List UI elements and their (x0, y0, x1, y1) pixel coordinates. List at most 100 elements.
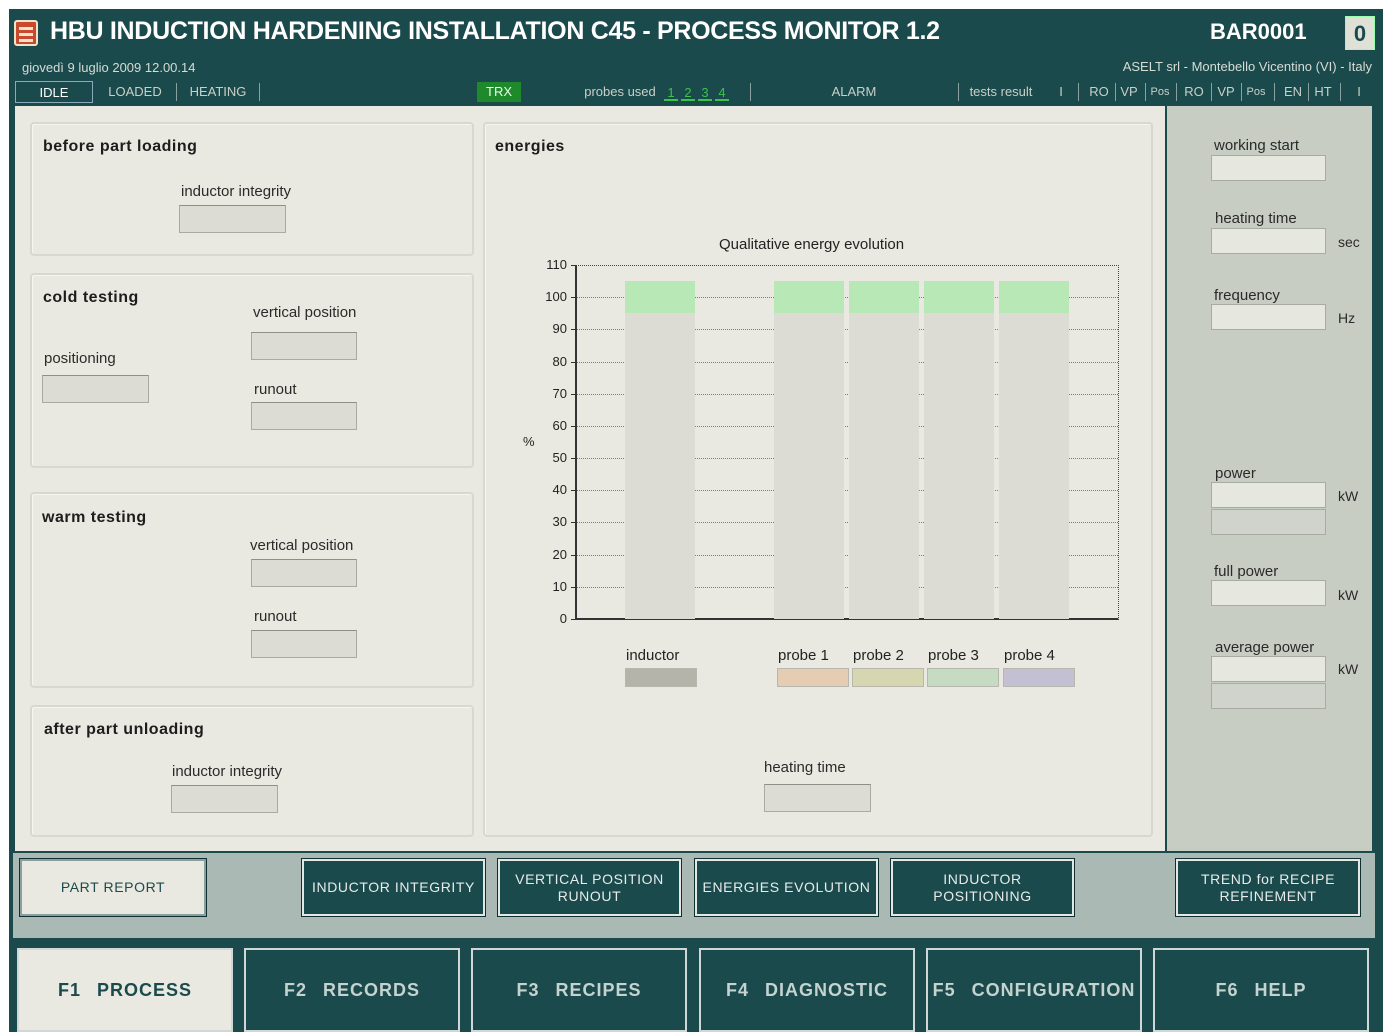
group-title: energies (495, 138, 565, 155)
result-code: RO (1184, 84, 1204, 99)
energy-bar-level (774, 281, 844, 314)
field-label: frequency (1214, 287, 1280, 304)
y-tick-label: 110 (546, 257, 567, 272)
machine-id: BAR0001 (1210, 19, 1307, 44)
f2-records-key[interactable]: F2 RECORDS (244, 948, 460, 1032)
f5-configuration-key[interactable]: F5 CONFIGURATION (926, 948, 1142, 1032)
warm-runout-field (251, 630, 357, 658)
inductor-integrity-after-field (171, 785, 278, 813)
state-heating: HEATING (189, 84, 247, 99)
divider (1145, 83, 1146, 101)
trx-indicator: TRX (477, 82, 521, 102)
field-label: average power (1215, 639, 1315, 656)
result-code: I (1357, 84, 1361, 99)
y-tick-label: 70 (552, 385, 567, 401)
divider (1241, 83, 1242, 101)
app-icon (14, 20, 38, 46)
result-code: RO (1089, 84, 1109, 99)
heating-time-field (1211, 228, 1326, 254)
legend-label-inductor: inductor (626, 647, 680, 664)
energy-bar-column (924, 281, 994, 619)
button-label: VERTICAL POSITION (515, 870, 664, 887)
button-label: TREND for RECIPE (1200, 870, 1336, 887)
group-title: cold testing (43, 289, 139, 306)
legend-swatch-probe-3 (927, 668, 999, 687)
datetime: giovedì 9 luglio 2009 12.00.14 (22, 60, 196, 75)
y-tick-label: 50 (552, 450, 567, 466)
button-label: RUNOUT (557, 887, 622, 904)
field-label: vertical position (253, 304, 357, 321)
divider (750, 83, 751, 101)
tests-result-label: tests result (969, 84, 1033, 99)
average-power-field (1211, 656, 1326, 682)
average-power-bar (1211, 683, 1326, 709)
group-title: before part loading (43, 138, 198, 155)
y-tick-label: 0 (559, 611, 567, 626)
alarm-indicator: ALARM (831, 84, 877, 99)
divider (259, 83, 260, 101)
y-tick-label: 60 (552, 417, 567, 433)
y-tick-mark (571, 265, 576, 266)
y-tick-mark (571, 425, 576, 427)
y-tick-label: 80 (552, 353, 567, 369)
field-label: positioning (44, 350, 116, 367)
group-title: warm testing (42, 509, 147, 526)
app-title: HBU INDUCTION HARDENING INSTALLATION C45… (50, 17, 940, 45)
energies-evolution-button[interactable]: ENERGIES EVOLUTION (694, 858, 879, 917)
probe-2-indicator: 2 (681, 84, 695, 101)
field-label: full power (1214, 563, 1279, 580)
f6-help-key[interactable]: F6 HELP (1153, 948, 1369, 1032)
inductor-integrity-button[interactable]: INDUCTOR INTEGRITY (301, 858, 486, 917)
group-title: after part unloading (44, 721, 205, 738)
y-tick-label: 90 (552, 321, 567, 337)
f4-diagnostic-key[interactable]: F4 DIAGNOSTIC (699, 948, 915, 1032)
trend-recipe-refinement-button[interactable]: TREND for RECIPE REFINEMENT (1175, 858, 1361, 917)
result-code: VP (1120, 84, 1138, 99)
cold-vertical-position-field (251, 332, 357, 360)
probes-used-label: probes used (584, 84, 656, 99)
cold-positioning-field (42, 375, 149, 403)
y-tick-label: 100 (545, 289, 567, 305)
legend-label-probe-1: probe 1 (778, 647, 829, 664)
result-code: EN (1283, 84, 1303, 99)
field-label: runout (254, 608, 297, 625)
power-field (1211, 482, 1326, 508)
state-idle: IDLE (15, 81, 93, 103)
unit-label: kW (1338, 661, 1359, 677)
field-label: inductor integrity (172, 763, 283, 780)
part-report-button[interactable]: PART REPORT (19, 858, 207, 917)
field-label: vertical position (250, 537, 354, 554)
divider (176, 83, 177, 101)
unit-label: Hz (1338, 310, 1356, 326)
warm-vertical-position-field (251, 559, 357, 587)
field-label: power (1215, 465, 1256, 482)
legend-swatch-probe-4 (1003, 668, 1075, 687)
y-tick-mark (571, 554, 576, 556)
inductor-positioning-button[interactable]: INDUCTOR POSITIONING (890, 858, 1075, 917)
frequency-field (1211, 304, 1326, 330)
energy-bar-level (625, 281, 695, 314)
field-label: working start (1214, 137, 1300, 154)
result-code: Pos (1150, 86, 1170, 98)
f1-process-key[interactable]: F1 PROCESS (17, 948, 233, 1032)
field-label: inductor integrity (181, 183, 292, 200)
chart-title: Qualitative energy evolution (719, 236, 905, 253)
field-label: runout (254, 381, 297, 398)
result-code: Pos (1246, 86, 1266, 98)
energy-bar-level (999, 281, 1069, 314)
y-tick-mark (571, 522, 576, 524)
legend-swatch-inductor (625, 668, 697, 687)
unit-label: kW (1338, 488, 1359, 504)
field-label: heating time (1215, 210, 1297, 227)
legend-label-probe-3: probe 3 (928, 647, 979, 664)
divider (1211, 83, 1212, 101)
f3-recipes-key[interactable]: F3 RECIPES (471, 948, 687, 1032)
energy-bar-column (849, 281, 919, 619)
y-tick-mark (571, 329, 576, 331)
unit-label: kW (1338, 587, 1359, 603)
divider (1078, 83, 1079, 101)
legend-label-probe-4: probe 4 (1004, 647, 1055, 664)
energy-bar-column (625, 281, 695, 619)
working-start-field (1211, 155, 1326, 181)
vertical-position-runout-button[interactable]: VERTICAL POSITION RUNOUT (497, 858, 682, 917)
